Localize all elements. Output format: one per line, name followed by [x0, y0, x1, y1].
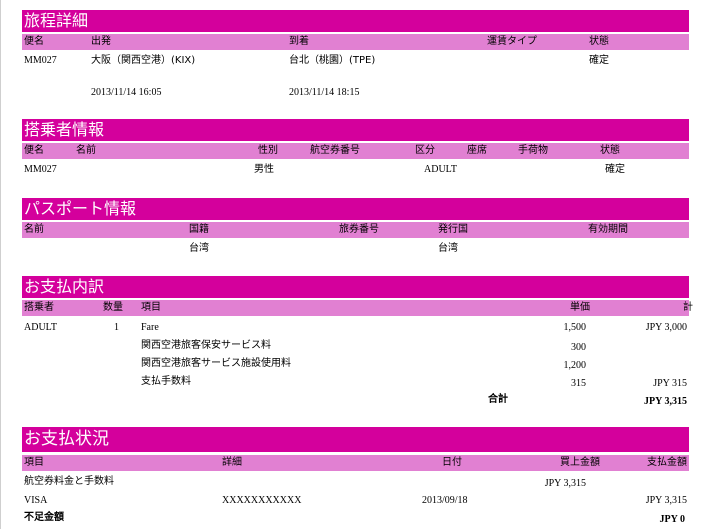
col-item: 項目	[24, 457, 44, 468]
col-amount: 計	[683, 302, 693, 313]
breakdown-unit: 1,500	[563, 322, 587, 333]
fee-amount: JPY 3,315	[544, 478, 586, 489]
passport-issuer: 台湾	[438, 243, 458, 254]
card-number: XXXXXXXXXXX	[222, 495, 302, 506]
col-category: 区分	[415, 145, 435, 156]
passport-nationality: 台湾	[189, 243, 209, 254]
col-passport-number: 旅券番号	[339, 224, 379, 235]
col-name: 名前	[76, 145, 96, 156]
col-paid-amount: 支払金額	[647, 457, 687, 468]
col-flight: 便名	[24, 36, 44, 47]
breakdown-unit: 300	[571, 342, 586, 353]
payment-breakdown-title: お支払内訳	[22, 276, 689, 298]
breakdown-item: Fare	[141, 322, 159, 333]
flight-number: MM027	[24, 55, 57, 66]
shortfall-label: 不足金額	[24, 512, 64, 523]
itinerary-title: 旅程詳細	[22, 10, 689, 32]
col-baggage: 手荷物	[518, 145, 548, 156]
breakdown-total-value: JPY 3,315	[644, 396, 687, 407]
col-status: 状態	[600, 145, 620, 156]
breakdown-total-label: 合計	[488, 394, 508, 405]
passport-title: パスポート情報	[22, 198, 689, 220]
col-fare-type: 運賃タイプ	[487, 36, 537, 47]
breakdown-unit: 315	[571, 378, 586, 389]
passport-header-row: 名前 国籍 旅券番号 発行国 有効期間	[22, 222, 689, 238]
col-unit-price: 単価	[570, 302, 590, 313]
breakdown-total: JPY 3,000	[645, 322, 687, 333]
payment-method: VISA	[24, 495, 48, 506]
breakdown-total: JPY 315	[653, 378, 687, 389]
breakdown-passenger: ADULT	[24, 322, 57, 333]
col-name: 名前	[24, 224, 44, 235]
col-arrival: 到着	[289, 36, 309, 47]
passenger-gender: 男性	[254, 164, 274, 175]
breakdown-unit: 1,200	[563, 360, 587, 371]
breakdown-item: 関西空港旅客サービス施設使用料	[141, 358, 291, 369]
col-date: 日付	[442, 457, 462, 468]
departure-place: 大阪（関西空港）(KIX)	[91, 55, 196, 66]
passenger-category: ADULT	[424, 164, 457, 175]
paid-amount: JPY 3,315	[645, 495, 687, 506]
col-status: 状態	[589, 36, 609, 47]
breakdown-item: 支払手数料	[141, 376, 191, 387]
departure-time: 2013/11/14 16:05	[91, 87, 162, 98]
payment-status-header-row: 項目 詳細 日付 買上金額 支払金額	[22, 455, 689, 471]
col-seat: 座席	[467, 145, 487, 156]
col-gender: 性別	[258, 145, 278, 156]
col-detail: 詳細	[222, 457, 242, 468]
col-nationality: 国籍	[189, 224, 209, 235]
itinerary-header-row: 便名 出発 到着 運賃タイプ 状態	[22, 34, 689, 50]
fee-label: 航空券料金と手数料	[24, 476, 114, 487]
col-expiry: 有効期間	[588, 224, 628, 235]
payment-breakdown-header-row: 搭乗者 数量 項目 単価 計	[22, 300, 693, 316]
col-item: 項目	[141, 302, 161, 313]
payment-status-title: お支払状況	[22, 427, 689, 452]
passenger-header-row: 便名 名前 性別 航空券番号 区分 座席 手荷物 状態	[22, 143, 689, 159]
col-ticket-number: 航空券番号	[310, 145, 360, 156]
col-flight: 便名	[24, 145, 44, 156]
arrival-place: 台北（桃園）(TPE)	[289, 55, 376, 66]
payment-date: 2013/09/18	[422, 495, 468, 506]
itinerary-status: 確定	[589, 55, 609, 66]
passenger-status: 確定	[605, 164, 625, 175]
passenger-flight: MM027	[24, 164, 57, 175]
shortfall-value: JPY 0	[659, 514, 685, 525]
page-left-border	[0, 0, 1, 529]
col-issuer: 発行国	[438, 224, 468, 235]
col-departure: 出発	[91, 36, 111, 47]
breakdown-item: 関西空港旅客保安サービス料	[141, 340, 271, 351]
col-quantity: 数量	[103, 302, 123, 313]
col-passenger: 搭乗者	[24, 302, 54, 313]
breakdown-quantity: 1	[114, 322, 119, 333]
col-sale-amount: 買上金額	[560, 457, 600, 468]
arrival-time: 2013/11/14 18:15	[289, 87, 360, 98]
passenger-title: 搭乗者情報	[22, 119, 689, 141]
